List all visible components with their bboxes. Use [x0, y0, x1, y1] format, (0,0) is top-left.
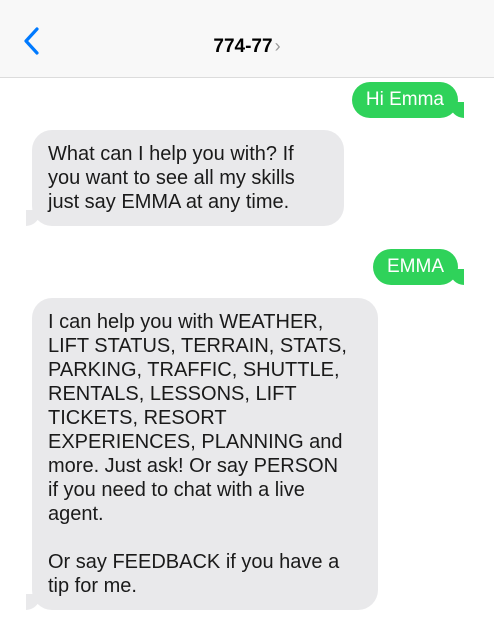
conversation-header: 774-77 › — [0, 0, 494, 78]
message-text: What can I help you with? If you want to… — [48, 143, 295, 213]
message-bubble-sent[interactable]: Hi Emma — [351, 82, 474, 118]
contact-title[interactable]: 774-77 › — [0, 36, 494, 58]
bubble-tail — [16, 208, 40, 226]
bubble-tail — [450, 267, 474, 285]
message-bubble-received[interactable]: I can help you with WEATHER, LIFT STATUS… — [16, 298, 378, 610]
message-text: Hi Emma — [365, 89, 444, 110]
chevron-right-icon: › — [274, 36, 281, 56]
message-text: Or say FEEDBACK if you have a tip for me… — [48, 551, 340, 597]
contact-name: 774-77 — [213, 36, 273, 57]
message-bubble-sent[interactable]: EMMA — [373, 249, 474, 285]
message-text: EMMA — [387, 256, 444, 277]
bubble-tail — [450, 100, 474, 118]
bubble-tail — [16, 592, 40, 610]
message-text: I can help you with WEATHER, LIFT STATUS… — [48, 311, 347, 525]
message-bubble-received[interactable]: What can I help you with? If you want to… — [16, 130, 344, 226]
